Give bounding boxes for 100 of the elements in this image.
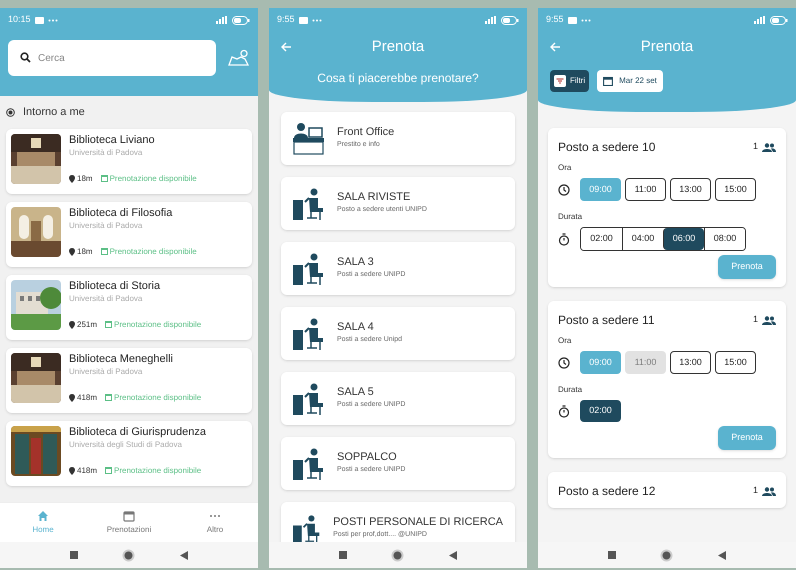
library-university: Università degli Studi di Padova	[69, 439, 183, 452]
people-icon	[762, 486, 776, 496]
calendar-icon	[123, 510, 135, 522]
people-icon	[762, 142, 776, 152]
dots-icon	[580, 18, 591, 22]
clock-icon	[558, 356, 570, 368]
distance: 418m	[77, 392, 98, 404]
time-slot[interactable]: 13:00	[670, 351, 711, 374]
date-button[interactable]: Mar 22 set	[597, 70, 663, 92]
signal-icon	[216, 16, 228, 24]
library-name: Biblioteca Meneghelli	[69, 352, 174, 366]
seat-capacity: 1	[752, 484, 758, 498]
nav-tab[interactable]: Altro	[185, 510, 245, 536]
calendar-icon	[105, 321, 112, 328]
stopwatch-icon	[558, 232, 570, 246]
time-slot[interactable]: 11:00	[625, 178, 666, 201]
library-university: Università di Padova	[69, 366, 144, 378]
room-name: Front Office	[337, 126, 394, 140]
pin-icon	[69, 466, 75, 474]
person-at-desk-icon	[293, 448, 325, 480]
distance: 18m	[77, 172, 93, 184]
battery-icon	[770, 16, 788, 24]
filter-button[interactable]: Filtri	[550, 70, 590, 92]
library-card[interactable]: Biblioteca Meneghelli Università di Padova 418m Prenotazione disponibile	[6, 348, 252, 412]
duration-option[interactable]: 06:00	[663, 228, 704, 250]
page-subtitle: Cosa ti piacerebbe prenotare?	[317, 71, 479, 85]
home-nav-icon[interactable]	[122, 548, 136, 562]
person-at-desk-icon	[293, 318, 325, 350]
time-label: Ora	[558, 163, 572, 172]
page-title: Prenota	[640, 36, 694, 57]
search-field[interactable]: Cerca	[8, 40, 216, 76]
pin-icon	[69, 394, 75, 402]
calendar-icon	[100, 175, 108, 182]
calendar-icon	[105, 394, 112, 401]
back-nav-icon[interactable]	[718, 550, 726, 560]
pin-icon	[69, 174, 75, 182]
time-slot[interactable]: 13:00	[670, 178, 711, 201]
signal-icon	[485, 16, 497, 24]
person-at-desk-icon	[293, 252, 325, 284]
library-university: Università di Padova	[69, 220, 144, 232]
time-slot[interactable]: 15:00	[715, 178, 756, 201]
room-name: SALA 4	[337, 321, 375, 336]
status-time: 9:55	[546, 13, 564, 26]
availability: Prenotazione disponibile	[114, 464, 202, 476]
duration-option[interactable]: 08:00	[704, 228, 745, 250]
library-name: Biblioteca di Storia	[69, 280, 162, 294]
distance: 418m	[77, 464, 98, 476]
library-university: Università di Padova	[69, 147, 144, 160]
location-icon	[6, 108, 15, 117]
message-icon	[34, 16, 44, 24]
battery-icon	[501, 16, 519, 24]
back-nav-icon[interactable]	[180, 550, 188, 560]
status-time: 10:15	[8, 13, 31, 26]
seat-name: Posto a sedere 11	[558, 312, 655, 329]
pin-icon	[69, 248, 75, 256]
availability: Prenotazione disponibile	[110, 172, 197, 184]
person-at-desk-icon	[293, 382, 325, 414]
back-nav-icon[interactable]	[448, 550, 457, 560]
library-card[interactable]: Biblioteca di Storia Università di Padova 251m Prenotazione disponibile	[6, 274, 252, 340]
calendar-icon	[100, 248, 108, 255]
availability: Prenotazione disponibile	[110, 246, 197, 258]
duration-option[interactable]: 02:00	[580, 400, 621, 422]
home-icon	[37, 510, 49, 522]
people-icon	[762, 316, 776, 324]
dots-icon	[48, 18, 58, 22]
seat-name: Posto a sedere 10	[558, 139, 656, 156]
availability: Prenotazione disponibile	[114, 318, 202, 330]
square-nav-icon[interactable]	[70, 551, 78, 559]
home-nav-icon[interactable]	[660, 548, 674, 562]
status-time: 9:55	[277, 13, 295, 26]
distance: 251m	[77, 318, 98, 330]
section-title: Intorno a me	[23, 105, 85, 120]
pin-icon	[69, 320, 75, 328]
signal-icon	[754, 16, 766, 24]
time-slot[interactable]: 15:00	[715, 351, 756, 374]
filter-icon	[554, 75, 566, 87]
dots-icon	[312, 18, 322, 22]
room-name: SOPPALCO	[337, 451, 398, 466]
library-university: Università di Padova	[69, 293, 144, 306]
duration-label: Durata	[558, 385, 582, 394]
seat-name: Posto a sedere 12	[558, 483, 656, 500]
distance: 18m	[77, 246, 93, 258]
stopwatch-icon	[558, 404, 570, 418]
room-name: SALA RIVISTE	[337, 191, 412, 206]
square-nav-icon[interactable]	[608, 551, 616, 559]
person-at-desk-icon	[293, 188, 325, 220]
person-at-desk-icon	[293, 512, 322, 542]
library-card[interactable]: Biblioteca Liviano Università di Padova 18m Prenotazione disponibile	[6, 128, 252, 194]
library-name: Biblioteca di Giurisprudenza	[69, 426, 207, 440]
availability: Prenotazione disponibile	[114, 392, 202, 404]
library-card[interactable]: Biblioteca di Filosofia Università di Padova 18m Prenotazione disponibile	[6, 202, 252, 266]
library-card[interactable]: Biblioteca di Giurisprudenza Università degli Studi di Padova 418m Prenotazione disponibile	[6, 420, 252, 486]
home-nav-icon[interactable]	[391, 548, 404, 562]
nav-tab[interactable]: Prenotazioni	[99, 510, 159, 536]
square-nav-icon[interactable]	[339, 551, 348, 559]
room-name: POSTI PERSONALE DI RICERCA	[333, 516, 503, 530]
page-title: Prenota	[370, 36, 426, 57]
room-name: SALA 3	[337, 256, 375, 270]
front-desk-icon	[293, 122, 325, 156]
search-icon	[20, 52, 31, 63]
